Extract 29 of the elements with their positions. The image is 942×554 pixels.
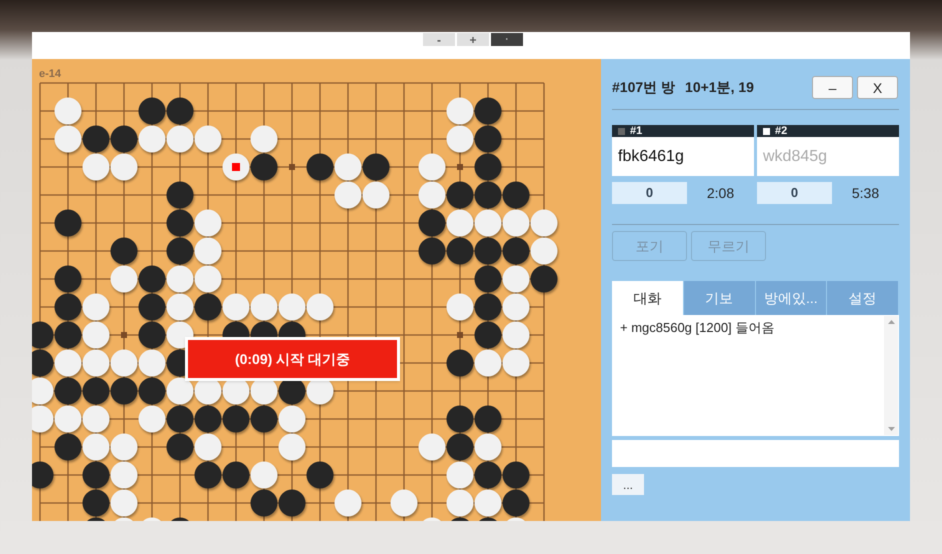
room-settings: 10+1분, 19 (685, 78, 754, 97)
captures-count: 0 (612, 182, 687, 204)
player-name: fbk6461g (617, 146, 685, 166)
scroll-up-icon[interactable] (888, 320, 894, 324)
player-time: 2:08 (706, 184, 736, 202)
scroll-down-icon[interactable] (888, 427, 894, 431)
toolbar-button[interactable]: + (457, 33, 489, 46)
tab[interactable]: 대화 (612, 281, 684, 315)
star-point (457, 164, 463, 170)
player-number: #1 (630, 126, 642, 136)
room-title: #107번 방 (612, 78, 676, 97)
star-point (457, 332, 463, 338)
window-button[interactable]: X (857, 76, 898, 99)
chat-message: + mgc8560g [1200] 들어옴 (620, 319, 776, 337)
toolbar-button[interactable]: · (491, 33, 523, 46)
player-name: wkd845g (762, 146, 828, 166)
more-button[interactable]: ... (612, 474, 644, 495)
star-point (121, 332, 127, 338)
chat-input[interactable] (612, 440, 899, 467)
window-button[interactable]: – (812, 76, 853, 99)
star-point (289, 164, 295, 170)
scrollbar[interactable] (884, 316, 898, 435)
player-number: #2 (775, 126, 788, 136)
waiting-banner: (0:09) 시작 대기중 (185, 337, 400, 381)
player-time: 5:38 (850, 184, 880, 202)
coordinate-label: e-14 (39, 67, 62, 82)
go-board[interactable]: e-14 (0:09) 시작 대기중 (32, 59, 601, 521)
toolbar-button[interactable]: - (423, 33, 455, 46)
captures-count: 0 (757, 182, 832, 204)
